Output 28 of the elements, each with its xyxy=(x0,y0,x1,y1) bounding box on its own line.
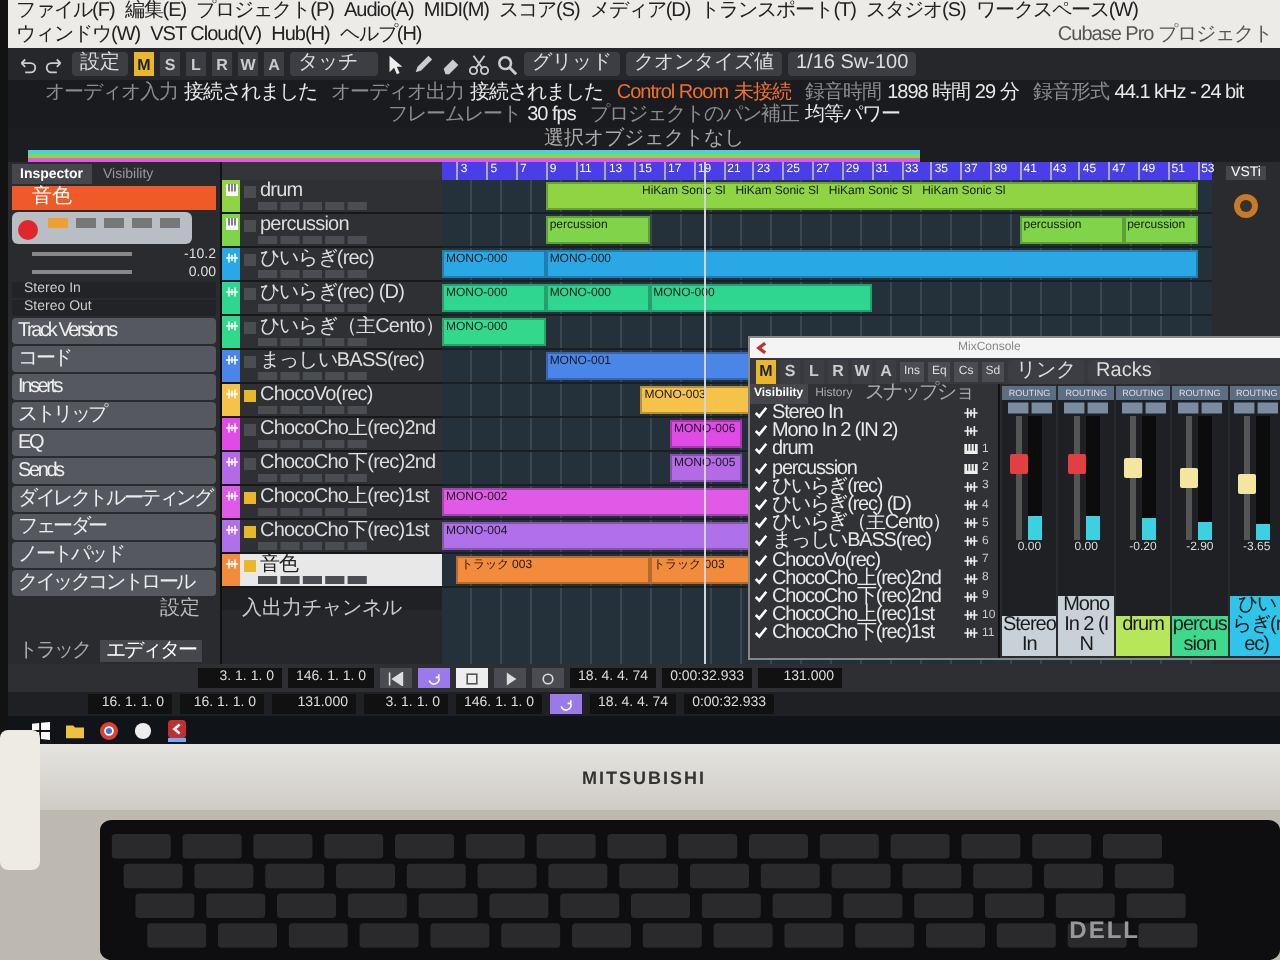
track-name: ChocoCho上(rec)2nd xyxy=(260,418,436,440)
track-name: ひいらぎ(rec) (D) xyxy=(260,282,405,304)
track-name: ひいらぎ(rec) xyxy=(260,248,374,270)
keyboard-brand-logo: DELL xyxy=(1069,916,1140,944)
status-value: 30 fps xyxy=(527,104,576,126)
status-value: 均等パワー xyxy=(804,104,900,126)
status-label: プロジェクトのパン補正 xyxy=(589,104,799,126)
status-label: Control Room xyxy=(616,82,729,104)
track-name: percussion xyxy=(260,214,349,236)
info-line: 選択オブジェクトなし xyxy=(544,128,744,150)
status-label: 録音時間 xyxy=(805,82,882,104)
monitor-brand-logo: MITSUBISHI xyxy=(581,767,706,787)
track-name: drum xyxy=(260,180,303,202)
track-name: ChocoCho下(rec)1st xyxy=(260,520,429,542)
status-label: オーディオ入力 xyxy=(44,82,178,104)
track-name: ChocoVo(rec) xyxy=(260,384,373,406)
track-name: ChocoCho上(rec)1st xyxy=(260,486,429,508)
status-value: 接続されました xyxy=(469,82,603,104)
status-value: 未接続 xyxy=(734,82,792,104)
status-value: 接続されました xyxy=(183,82,317,104)
status-label: オーディオ出力 xyxy=(330,82,464,104)
status-value: 44.1 kHz - 24 bit xyxy=(1114,82,1244,104)
status-value: 1898 時間 29 分 xyxy=(887,82,1019,104)
status-label: フレームレート xyxy=(388,104,522,126)
track-name: まっしいBASS(rec) xyxy=(260,350,425,372)
track-name: ChocoCho下(rec)2nd xyxy=(260,452,436,474)
window-title: Cubase Pro プロジェクト xyxy=(1057,24,1272,48)
status-label: 録音形式 xyxy=(1032,82,1109,104)
